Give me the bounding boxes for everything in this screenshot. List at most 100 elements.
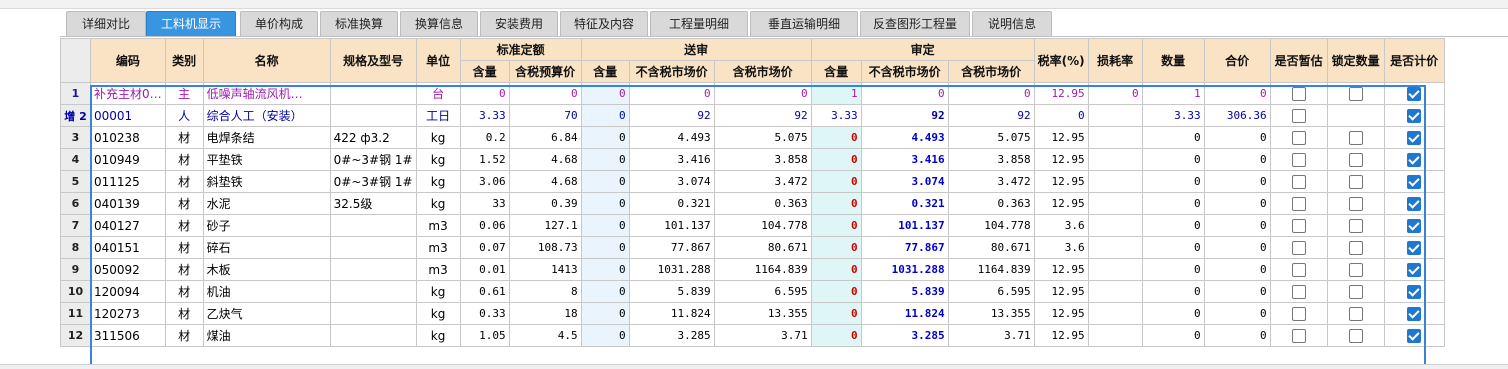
rev-notax-cell[interactable]: 1031.288 [628, 258, 715, 281]
app-tax-cell[interactable]: 5.075 [947, 126, 1035, 149]
unit-cell[interactable]: kg [415, 148, 461, 171]
app-tax-cell[interactable]: 13.355 [947, 302, 1035, 325]
rev-tax-cell[interactable]: 80.671 [713, 236, 812, 259]
total-cell[interactable]: 0 [1203, 82, 1271, 105]
lock-qty-checkbox[interactable] [1348, 262, 1363, 277]
tab-vertical-transport[interactable]: 垂直运输明细 [750, 11, 858, 36]
loss-rate-cell[interactable] [1087, 126, 1143, 149]
name-cell[interactable]: 木板 [202, 258, 331, 281]
table-row[interactable]: 11 120273 材乙炔气 kg 0.33 18 0 11.824 13.355 0 11.824… [60, 302, 1445, 325]
type-cell[interactable]: 材 [164, 324, 204, 347]
type-cell[interactable]: 人 [164, 104, 204, 127]
quantity-cell[interactable]: 0 [1141, 214, 1205, 237]
is-temp-checkbox-cell[interactable] [1269, 258, 1328, 281]
is-price-checkbox-cell[interactable] [1383, 280, 1445, 303]
std-qty-cell[interactable]: 0.61 [459, 280, 510, 303]
unit-cell[interactable]: kg [415, 280, 461, 303]
total-cell[interactable]: 0 [1203, 302, 1271, 325]
name-cell[interactable]: 低噪声轴流风机… [202, 82, 331, 105]
is-temp-checkbox-cell[interactable] [1269, 324, 1328, 347]
tax-rate-cell[interactable]: 12.95 [1033, 126, 1089, 149]
is-price-checkbox-cell[interactable] [1383, 170, 1445, 193]
total-cell[interactable]: 0 [1203, 280, 1271, 303]
tax-rate-cell[interactable]: 12.95 [1033, 258, 1089, 281]
app-qty-cell[interactable]: 0 [810, 148, 862, 171]
header-rev-notax-market-price[interactable]: 不含税市场价 [628, 60, 715, 83]
is-temp-checkbox[interactable] [1291, 262, 1306, 277]
tab-installation-fee[interactable]: 安装费用 [480, 11, 558, 36]
rev-qty-cell[interactable]: 0 [580, 236, 630, 259]
is-price-checkbox[interactable] [1407, 306, 1422, 321]
unit-cell[interactable]: m3 [415, 258, 461, 281]
app-notax-cell[interactable]: 4.493 [860, 126, 949, 149]
unit-cell[interactable]: kg [415, 192, 461, 215]
is-temp-checkbox-cell[interactable] [1269, 170, 1328, 193]
is-price-checkbox-cell[interactable] [1383, 324, 1445, 347]
std-qty-cell[interactable]: 1.05 [459, 324, 510, 347]
loss-rate-cell[interactable] [1087, 302, 1143, 325]
app-notax-cell[interactable]: 3.074 [860, 170, 949, 193]
app-notax-cell[interactable]: 0.321 [860, 192, 949, 215]
header-name[interactable]: 名称 [202, 38, 331, 83]
code-cell[interactable]: 00001 [90, 104, 166, 127]
quantity-cell[interactable]: 0 [1141, 258, 1205, 281]
type-cell[interactable]: 材 [164, 126, 204, 149]
is-temp-checkbox-cell[interactable] [1269, 126, 1328, 149]
app-qty-cell[interactable]: 0 [810, 214, 862, 237]
is-temp-checkbox-cell[interactable] [1269, 214, 1328, 237]
spec-cell[interactable]: 32.5级 [329, 192, 417, 215]
tax-rate-cell[interactable]: 12.95 [1033, 148, 1089, 171]
unit-cell[interactable]: kg [415, 324, 461, 347]
spec-cell[interactable]: 0#~3#钢 1# [329, 170, 417, 193]
table-row[interactable]: 1 补充主材0… 主低噪声轴流风机… 台 0 0 0 0 0 1 0 0 12.95 0 1 0 [60, 82, 1445, 105]
rev-notax-cell[interactable]: 4.493 [628, 126, 715, 149]
header-rev-tax-market-price[interactable]: 含税市场价 [713, 60, 812, 83]
app-tax-cell[interactable]: 3.71 [947, 324, 1035, 347]
std-price-cell[interactable]: 6.84 [508, 126, 582, 149]
name-cell[interactable]: 煤油 [202, 324, 331, 347]
is-temp-checkbox-cell[interactable] [1269, 82, 1328, 105]
is-price-checkbox-cell[interactable] [1383, 104, 1445, 127]
is-temp-checkbox[interactable] [1291, 240, 1306, 255]
rev-notax-cell[interactable]: 77.867 [628, 236, 715, 259]
total-cell[interactable]: 0 [1203, 170, 1271, 193]
rev-qty-cell[interactable]: 0 [580, 126, 630, 149]
tab-unit-price-composition[interactable]: 单价构成 [240, 11, 318, 36]
name-cell[interactable]: 碎石 [202, 236, 331, 259]
app-qty-cell[interactable]: 0 [810, 302, 862, 325]
tab-reverse-graphic-quantity[interactable]: 反查图形工程量 [860, 11, 970, 36]
code-cell[interactable]: 010238 [90, 126, 166, 149]
is-temp-checkbox[interactable] [1291, 108, 1306, 123]
rev-notax-cell[interactable]: 11.824 [628, 302, 715, 325]
rev-qty-cell[interactable]: 0 [580, 82, 630, 105]
tax-rate-cell[interactable]: 12.95 [1033, 170, 1089, 193]
unit-cell[interactable]: 工日 [415, 104, 461, 127]
is-price-checkbox[interactable] [1407, 152, 1422, 167]
rev-notax-cell[interactable]: 92 [628, 104, 715, 127]
rev-tax-cell[interactable]: 3.858 [713, 148, 812, 171]
rev-qty-cell[interactable]: 0 [580, 258, 630, 281]
header-is-temp[interactable]: 是否暂估 [1269, 38, 1328, 83]
unit-cell[interactable]: kg [415, 170, 461, 193]
unit-cell[interactable]: kg [415, 126, 461, 149]
lock-qty-checkbox[interactable] [1348, 86, 1363, 101]
header-type[interactable]: 类别 [164, 38, 204, 83]
app-notax-cell[interactable]: 0 [860, 82, 949, 105]
lock-qty-checkbox[interactable] [1348, 152, 1363, 167]
is-price-checkbox-cell[interactable] [1383, 148, 1445, 171]
std-qty-cell[interactable]: 0.2 [459, 126, 510, 149]
table-row[interactable]: 9 050092 材木板 m3 0.01 1413 0 1031.288 1164.839 0 10… [60, 258, 1445, 281]
quantity-cell[interactable]: 0 [1141, 280, 1205, 303]
is-price-checkbox-cell[interactable] [1383, 192, 1445, 215]
loss-rate-cell[interactable] [1087, 324, 1143, 347]
std-price-cell[interactable]: 1413 [508, 258, 582, 281]
row-number[interactable]: 7 [60, 214, 91, 237]
is-price-checkbox[interactable] [1407, 262, 1422, 277]
tab-detail-compare[interactable]: 详细对比 [66, 11, 146, 36]
row-number[interactable]: 5 [60, 170, 91, 193]
code-cell[interactable]: 010949 [90, 148, 166, 171]
app-qty-cell[interactable]: 0 [810, 236, 862, 259]
total-cell[interactable]: 0 [1203, 214, 1271, 237]
table-row[interactable]: 7 040127 材砂子 m3 0.06 127.1 0 101.137 104.778 0 101… [60, 214, 1445, 237]
app-tax-cell[interactable]: 0.363 [947, 192, 1035, 215]
